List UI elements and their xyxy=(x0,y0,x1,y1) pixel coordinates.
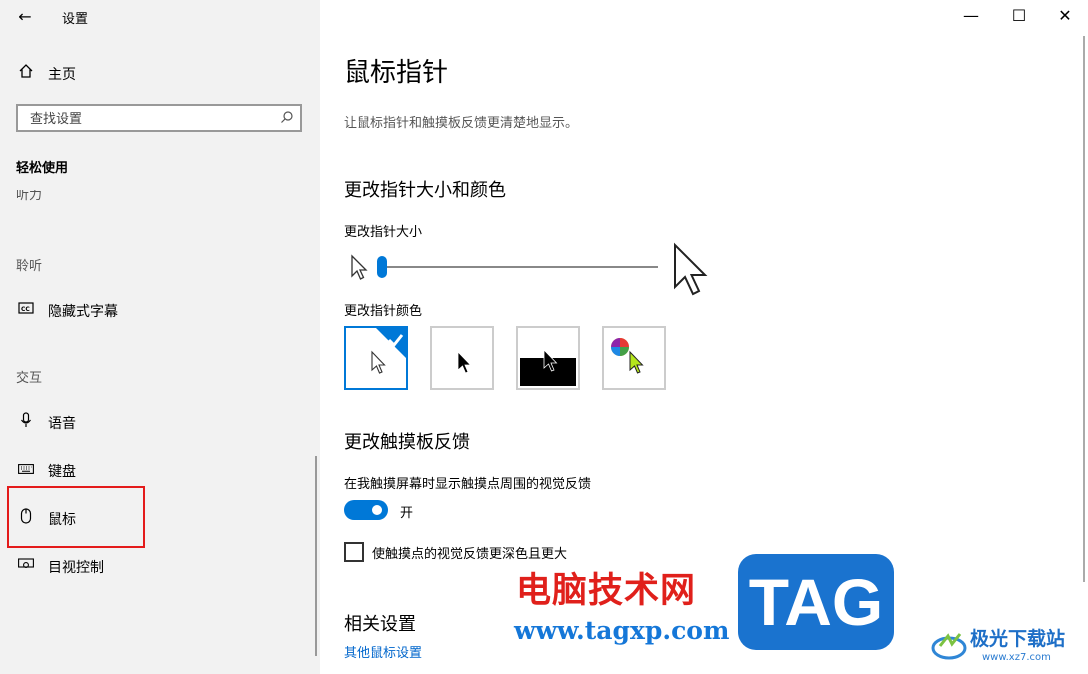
maximize-button[interactable]: ☐ xyxy=(996,0,1042,32)
main-scrollbar[interactable] xyxy=(1083,36,1085,582)
app-title: 设置 xyxy=(62,12,89,27)
site2-name: 极光下载站 xyxy=(970,628,1066,650)
home-icon xyxy=(16,63,36,83)
sidebar: ← 设置 主页 轻松使用 听力 聆听 CC 隐藏式字幕 交互 语音 键盘 xyxy=(0,0,320,674)
pointer-color-white[interactable] xyxy=(344,326,408,390)
category-title: 轻松使用 xyxy=(16,161,69,176)
search-box[interactable] xyxy=(16,104,302,132)
touch-section-heading: 更改触摸板反馈 xyxy=(344,432,470,453)
pointer-color-black[interactable] xyxy=(430,326,494,390)
pointer-size-label: 更改指针大小 xyxy=(344,225,423,240)
site2-logo-icon xyxy=(931,633,967,660)
toggle-knob xyxy=(372,505,382,515)
close-button[interactable]: ✕ xyxy=(1042,0,1088,32)
small-pointer-icon xyxy=(350,254,368,286)
microphone-icon xyxy=(16,412,36,432)
section-title-interaction: 交互 xyxy=(16,371,43,386)
large-pointer-icon xyxy=(672,242,712,302)
search-input[interactable] xyxy=(28,109,272,129)
pointer-section-heading: 更改指针大小和颜色 xyxy=(344,180,506,201)
closed-caption-icon: CC xyxy=(16,300,36,320)
darker-feedback-label: 使触摸点的视觉反馈更深色且更大 xyxy=(372,547,568,562)
watermark-site2: 极光下载站 www.xz7.com xyxy=(930,624,1086,670)
page-title: 鼠标指针 xyxy=(344,58,449,88)
sidebar-item-clipped[interactable]: 听力 xyxy=(16,190,42,206)
sidebar-item-keyboard[interactable]: 键盘 xyxy=(0,450,320,490)
toggle-state-label: 开 xyxy=(400,506,414,521)
related-settings-heading: 相关设置 xyxy=(344,614,416,635)
watermark-cn-text: 电脑技术网 xyxy=(516,571,697,611)
sidebar-item-home[interactable]: 主页 xyxy=(0,53,320,93)
svg-text:CC: CC xyxy=(21,306,30,313)
pointer-size-slider-track[interactable] xyxy=(382,266,658,268)
section-title-listen: 聆听 xyxy=(16,259,43,274)
pointer-color-custom[interactable] xyxy=(602,326,666,390)
touch-feedback-label: 在我触摸屏幕时显示触摸点周围的视觉反馈 xyxy=(344,477,592,492)
selection-highlight xyxy=(7,486,145,548)
pointer-size-slider-thumb[interactable] xyxy=(377,256,387,278)
keyboard-icon xyxy=(16,460,36,480)
site2-url: www.xz7.com xyxy=(982,652,1051,663)
sidebar-scrollbar[interactable] xyxy=(315,456,317,656)
sidebar-item-label: 键盘 xyxy=(48,464,76,480)
sidebar-item-speech[interactable]: 语音 xyxy=(0,402,320,442)
page-description: 让鼠标指针和触摸板反馈更清楚地显示。 xyxy=(344,116,579,131)
sidebar-item-captions[interactable]: CC 隐藏式字幕 xyxy=(0,290,320,330)
eye-control-icon xyxy=(16,556,36,576)
minimize-button[interactable]: — xyxy=(948,0,994,32)
sidebar-item-label: 语音 xyxy=(48,416,76,432)
sidebar-item-label: 目视控制 xyxy=(48,560,104,576)
search-icon[interactable] xyxy=(280,110,294,127)
sidebar-item-label: 隐藏式字幕 xyxy=(48,304,118,320)
pointer-color-label: 更改指针颜色 xyxy=(344,304,423,319)
darker-feedback-checkbox[interactable] xyxy=(344,542,364,562)
sidebar-item-label: 主页 xyxy=(48,67,76,83)
watermark-tag-logo: TAG xyxy=(738,554,894,650)
pointer-color-inverted[interactable] xyxy=(516,326,580,390)
back-arrow-icon[interactable]: ← xyxy=(14,6,36,28)
other-mouse-settings-link[interactable]: 其他鼠标设置 xyxy=(344,642,422,661)
sidebar-item-eye-control[interactable]: 目视控制 xyxy=(0,546,320,586)
watermark-url: www.tagxp.com xyxy=(514,616,730,645)
touch-feedback-toggle[interactable] xyxy=(344,500,388,520)
